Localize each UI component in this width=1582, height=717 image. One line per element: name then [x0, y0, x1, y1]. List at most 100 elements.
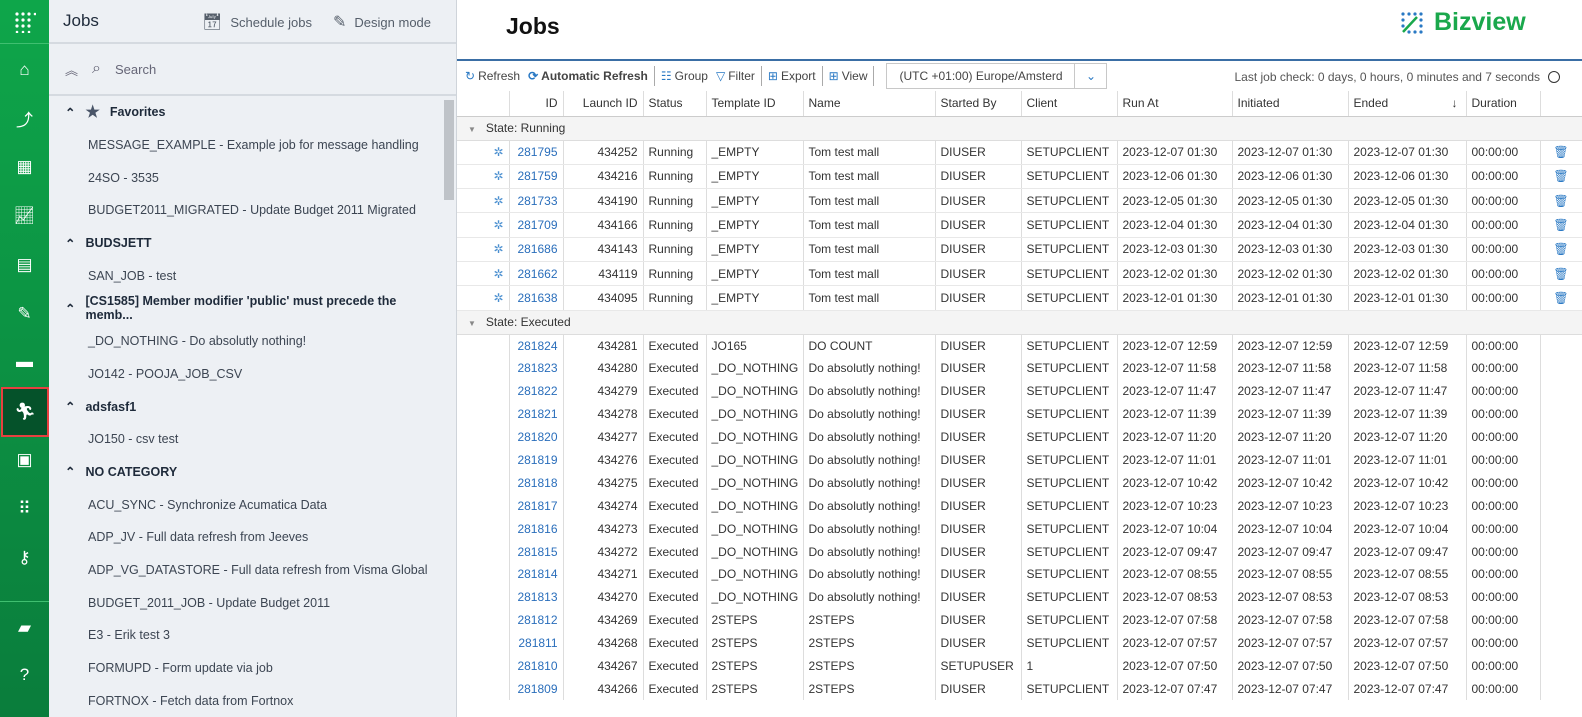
table-row[interactable]: 281822 434279 Executed _DO_NOTHING Do absolu…	[457, 379, 1582, 403]
table-row[interactable]: 281816 434273 Executed _DO_NOTHING Do absolu…	[457, 517, 1582, 541]
tree-job-item[interactable]: FORTNOX - Fetch data from Fortnox	[49, 684, 443, 717]
chevron-up-icon[interactable]: ⌃	[65, 464, 75, 479]
job-id-link[interactable]: 281820	[509, 425, 564, 449]
column-header[interactable]	[457, 91, 510, 117]
group-row[interactable]: ▼ State: Executed	[457, 310, 1582, 335]
table-row[interactable]: 281821 434278 Executed _DO_NOTHING Do absolu…	[457, 402, 1582, 426]
table-row[interactable]: 281815 434272 Executed _DO_NOTHING Do absolu…	[457, 540, 1582, 563]
document-icon[interactable]: ▤	[0, 245, 49, 285]
app-launcher-icon[interactable]	[0, 0, 49, 44]
job-id-link[interactable]: 281686	[509, 237, 564, 262]
tree-job-item[interactable]: 24SO - 3535	[49, 161, 443, 194]
column-header[interactable]: Duration	[1466, 91, 1541, 117]
column-header[interactable]: Name	[803, 91, 936, 117]
job-id-link[interactable]: 281815	[509, 540, 564, 563]
table-row[interactable]: 281810 434267 Executed 2STEPS 2STEPS SETUPUSE…	[457, 654, 1582, 678]
table-row[interactable]: 281811 434268 Executed 2STEPS 2STEPS DIUSER SE…	[457, 631, 1582, 655]
job-id-link[interactable]: 281823	[509, 356, 564, 380]
group-row[interactable]: ▼ State: Running	[457, 116, 1582, 141]
tree-job-item[interactable]: _DO_NOTHING - Do absolutly nothing!	[49, 325, 443, 358]
table-row[interactable]: 281823 434280 Executed _DO_NOTHING Do absolu…	[457, 356, 1582, 380]
job-id-link[interactable]: 281821	[509, 402, 564, 426]
delete-icon[interactable]: 🗑︎	[1540, 285, 1582, 311]
job-id-link[interactable]: 281824	[509, 334, 564, 357]
column-header[interactable]: Run At	[1117, 91, 1233, 117]
caret-down-icon[interactable]: ▼	[468, 319, 476, 328]
table-row[interactable]: ✲ 281795 434252 Running _EMPTY Tom test mall D…	[457, 140, 1582, 165]
auto-refresh-button[interactable]: ⟳ Automatic Refresh	[524, 69, 652, 83]
tree-job-item[interactable]: BUDGET2011_MIGRATED - Update Budget 2011…	[49, 194, 443, 227]
column-header[interactable]: Initiated	[1232, 91, 1349, 117]
table-row[interactable]: ✲ 281686 434143 Running _EMPTY Tom test mall D…	[457, 237, 1582, 262]
filter-button[interactable]: ▽ Filter	[712, 69, 759, 83]
folder-icon[interactable]: ▰	[0, 608, 49, 648]
tree-category[interactable]: ⌃ [CS1585] Member modifier 'public' must …	[49, 292, 443, 325]
column-header[interactable]: Launch ID	[563, 91, 644, 117]
job-id-link[interactable]: 281810	[509, 654, 564, 678]
column-header[interactable]: Started By	[935, 91, 1022, 117]
job-id-link[interactable]: 281709	[509, 212, 564, 238]
tree-job-item[interactable]: ADP_JV - Full data refresh from Jeeves	[49, 521, 443, 554]
job-id-link[interactable]: 281814	[509, 562, 564, 586]
tree-category[interactable]: ⌃ ★ Favorites	[49, 96, 443, 129]
table-row[interactable]: 281819 434276 Executed _DO_NOTHING Do absolu…	[457, 448, 1582, 472]
schedule-jobs-button[interactable]: 📅︎ Schedule jobs	[202, 12, 312, 32]
delete-icon[interactable]: 🗑︎	[1540, 212, 1582, 238]
delete-icon[interactable]: 🗑︎	[1540, 237, 1582, 262]
chevron-down-icon[interactable]: ⌄	[1074, 64, 1106, 88]
job-id-link[interactable]: 281818	[509, 471, 564, 495]
tree-job-item[interactable]: JO150 - csv test	[49, 423, 443, 456]
search-input[interactable]: Search	[115, 62, 156, 77]
group-button[interactable]: ☷ Group	[657, 69, 712, 83]
chat-icon[interactable]: ▬	[0, 342, 49, 382]
chevron-up-icon[interactable]: ⌃	[65, 236, 75, 251]
job-id-link[interactable]: 281817	[509, 494, 564, 518]
tree-job-item[interactable]: BUDGET_2011_JOB - Update Budget 2011	[49, 586, 443, 619]
table-row[interactable]: 281820 434277 Executed _DO_NOTHING Do absolu…	[457, 425, 1582, 449]
tree-job-item[interactable]: MESSAGE_EXAMPLE - Example job for messag…	[49, 129, 443, 162]
job-id-link[interactable]: 281759	[509, 164, 564, 190]
chevron-up-icon[interactable]: ⌃	[65, 399, 75, 414]
table-row[interactable]: 281824 434281 Executed JO165 DO COUNT DIUSER S…	[457, 334, 1582, 357]
delete-icon[interactable]: 🗑︎	[1540, 261, 1582, 287]
table-row[interactable]: 281817 434274 Executed _DO_NOTHING Do absolu…	[457, 494, 1582, 518]
tree-category[interactable]: ⌃ adsfasf1	[49, 390, 443, 423]
job-id-link[interactable]: 281733	[509, 188, 564, 214]
home-icon[interactable]: ⌂	[0, 50, 49, 90]
job-id-link[interactable]: 281795	[509, 140, 564, 165]
dashboard-icon[interactable]: ▦	[0, 147, 49, 187]
tree-job-item[interactable]: ADP_VG_DATASTORE - Full data refresh fro…	[49, 554, 443, 587]
tree-job-item[interactable]: SAN_JOB - test	[49, 259, 443, 292]
apps-icon[interactable]: ⠿	[0, 489, 49, 529]
refresh-button[interactable]: ↻ Refresh	[461, 69, 524, 83]
tree-job-item[interactable]: JO142 - POOJA_JOB_CSV	[49, 358, 443, 391]
table-row[interactable]: ✲ 281759 434216 Running _EMPTY Tom test mall D…	[457, 164, 1582, 190]
sidebar-scrollbar[interactable]	[444, 100, 454, 200]
table-row[interactable]: 281812 434269 Executed 2STEPS 2STEPS DIUSER SE…	[457, 608, 1582, 632]
tree-job-item[interactable]: E3 - Erik test 3	[49, 619, 443, 652]
collapse-all-icon[interactable]: ︽	[65, 60, 78, 79]
view-button[interactable]: ⊞ View	[825, 69, 872, 83]
tree-job-item[interactable]: ACU_SYNC - Synchronize Acumatica Data	[49, 488, 443, 521]
chart-icon[interactable]: 📈︎	[0, 196, 49, 236]
help-icon[interactable]: ?	[0, 655, 49, 695]
timezone-select[interactable]: (UTC +01:00) Europe/Amsterd ⌄	[886, 63, 1108, 89]
contacts-icon[interactable]: ▣	[0, 440, 49, 480]
design-mode-button[interactable]: ✎ Design mode	[333, 12, 431, 32]
chevron-up-icon[interactable]: ⌃	[65, 301, 75, 316]
form-edit-icon[interactable]: ✎	[0, 294, 49, 334]
job-id-link[interactable]: 281809	[509, 677, 564, 701]
column-header[interactable]	[1540, 91, 1582, 117]
sort-desc-icon[interactable]: ↓	[1452, 96, 1458, 110]
chevron-up-icon[interactable]: ⌃	[65, 105, 75, 120]
column-header[interactable]: ID	[509, 91, 564, 117]
job-id-link[interactable]: 281638	[509, 285, 564, 311]
jobs-runner-icon[interactable]: 🏃︎	[1, 387, 49, 437]
job-id-link[interactable]: 281822	[509, 379, 564, 403]
job-id-link[interactable]: 281813	[509, 585, 564, 609]
tree-job-item[interactable]: FORMUPD - Form update via job	[49, 652, 443, 685]
job-id-link[interactable]: 281819	[509, 448, 564, 472]
tree-category[interactable]: ⌃ BUDSJETT	[49, 227, 443, 260]
tree-category[interactable]: ⌃ NO CATEGORY	[49, 456, 443, 489]
table-row[interactable]: 281814 434271 Executed _DO_NOTHING Do absolu…	[457, 562, 1582, 586]
